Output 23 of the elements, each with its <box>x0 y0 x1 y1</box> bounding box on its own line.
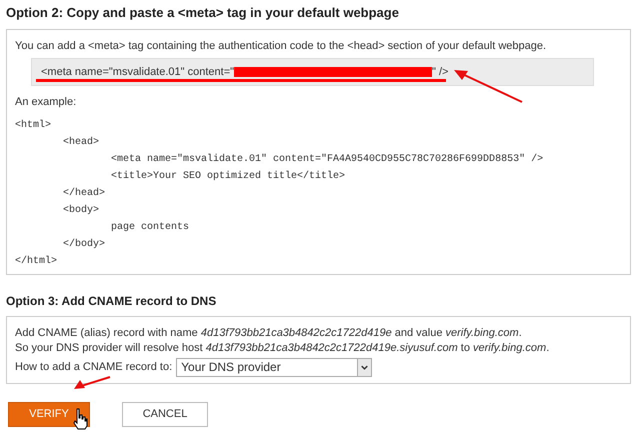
section-heading: Option 3: Add CNAME record to DNS <box>6 292 216 310</box>
intro-text: You can add a <meta> tag containing the authentication code to the <head> section of your default webpage. <box>15 38 546 54</box>
code-line: <html> <box>15 118 52 132</box>
code-line: page contents <box>111 220 190 234</box>
meta-tag-text: <meta name="msvalidate.01" content=" <box>41 64 234 80</box>
code-line: <head> <box>63 136 100 150</box>
arrow-annotation <box>452 68 524 104</box>
meta-tag-text: " /> <box>432 64 448 80</box>
instruction-text: So your DNS provider will resolve host 4d13f793bb21ca3b4842c2c1722d419e.siyusuf.com to verify.bing.com. <box>15 340 550 356</box>
code-line: </body> <box>63 238 106 252</box>
section-heading: Option 2: Copy and paste a <meta> tag in your default webpage <box>6 4 399 22</box>
arrow-annotation <box>72 376 112 390</box>
hand-cursor-icon <box>72 408 88 430</box>
select-label: How to add a CNAME record to: <box>15 360 172 374</box>
code-line: </head> <box>63 186 106 200</box>
code-line: <title>Your SEO optimized title</title> <box>111 170 346 184</box>
code-line: <body> <box>63 204 100 218</box>
provider-select[interactable]: Your DNS provider <box>176 358 372 376</box>
example-label: An example: <box>15 95 76 110</box>
code-line: <meta name="msvalidate.01" content="FA4A9540CD955C78C70286F699DD8853" /> <box>111 152 544 166</box>
instruction-text: Add CNAME (alias) record with name 4d13f793bb21ca3b4842c2c1722d419e and value verify.bing.com. <box>15 326 522 340</box>
code-line: </html> <box>15 254 58 268</box>
cancel-button[interactable]: CANCEL <box>122 402 208 426</box>
